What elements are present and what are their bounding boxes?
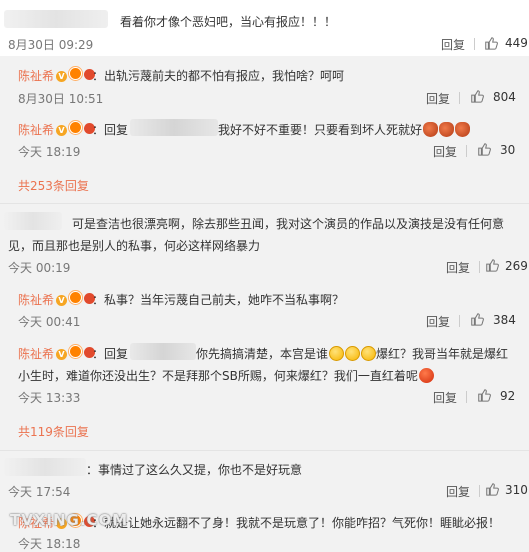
reply-button[interactable]: 回复 [426,90,450,107]
username-label: 陈祉希 [18,69,55,83]
vip-badge-icon [69,291,83,304]
username-label: 陈祉希 [18,293,55,307]
verified-icon: V [56,125,68,136]
comment-time: 8月30日 09:29 [8,38,94,52]
thumbs-up-icon[interactable] [470,89,484,103]
comment-text-part: 小生时，难道你还没出生？不是拜那个SB所赐，何来爆红？我们一直红着呢 [18,369,418,383]
comment-text: ：出轨污蔑前夫的都不怕有报应，我怕啥？呵呵 [92,69,345,83]
divider [459,315,460,327]
divider [479,261,480,273]
more-replies-link[interactable]: 共119条回复 [18,423,89,440]
like-count: 310 [505,483,528,497]
angry-emoji-icon [418,368,434,383]
thumbs-up-icon[interactable] [477,142,491,156]
divider [479,485,480,497]
comment-time: 今天 13:33 [18,391,81,405]
comment-text-body: 我好不好不重要！只要看到坏人死就好 [218,123,423,137]
reply-button[interactable]: 回复 [433,389,457,406]
vip-badge-icon [69,121,83,134]
reply-button[interactable]: 回复 [426,313,450,330]
comment-text-part: 爆红？我哥当年就是爆红 [376,347,509,361]
username[interactable]: 陈祉希 V [18,121,96,138]
comment-text: 看着你才像个恶妇吧，当心有报应！！！ [120,15,337,29]
divider [474,38,475,50]
sweat-emoji-icon [329,346,345,361]
reply-prefix: ：回复 [92,347,129,361]
reply-button[interactable]: 回复 [446,483,470,500]
reply-button[interactable]: 回复 [446,259,470,276]
username[interactable]: 陈祉希 V [18,345,96,362]
reply-button[interactable]: 回复 [433,143,457,160]
comment-time: 今天 18:18 [18,537,81,551]
blurred-username [130,119,218,136]
like-count: 804 [493,90,516,104]
sweat-emoji-icon [345,346,361,361]
username-label: 陈祉希 [18,347,55,361]
divider [466,145,467,157]
reply-button[interactable]: 回复 [441,36,465,53]
reply-prefix: ：回复 [92,123,129,137]
comment-text: 可是查洁也很漂亮啊，除去那些丑闻，我对这个演员的作品以及演技是没有任何意 [72,217,505,231]
vip-badge-icon [69,345,83,358]
thumbs-up-icon[interactable] [470,312,484,326]
site-watermark: TVXING.COM [10,511,129,529]
demon-emoji-icon [455,122,471,137]
username-label: 陈祉希 [18,123,55,137]
blurred-username [4,458,86,476]
comment-text: ：私事？当年污蔑自己前夫，她咋不当私事啊？ [92,293,345,307]
comment-time: 今天 00:41 [18,315,81,329]
comment-time: 今天 17:54 [8,485,71,499]
verified-icon: V [56,295,68,306]
divider [459,92,460,104]
divider [466,391,467,403]
thumbs-up-icon[interactable] [485,258,499,272]
comment-text: ：事情过了这么久又提，你也不是好玩意 [86,463,303,477]
divider [0,203,529,204]
comment-time: 今天 18:19 [18,145,81,159]
like-count: 449 [505,36,528,50]
divider [0,450,529,451]
sweat-emoji-icon [361,346,377,361]
thumbs-up-icon[interactable] [484,36,498,50]
demon-emoji-icon [423,122,439,137]
comment-text: 见，而且那也是别人的私事，何必这样网络暴力 [8,239,261,253]
comment-text: 你先搞搞清楚，本宫是谁 爆红？我哥当年就是爆红 [196,345,508,362]
like-count: 92 [500,389,516,403]
thumbs-up-icon[interactable] [485,482,499,496]
demon-emoji-icon [439,122,455,137]
comment-text: 我好不好不重要！只要看到坏人死就好 [218,121,471,138]
username[interactable]: 陈祉希 V [18,291,96,308]
comment-text-part: 你先搞搞清楚，本宫是谁 [196,347,329,361]
verified-icon: V [56,349,68,360]
blurred-username [130,343,196,360]
comment-text: 小生时，难道你还没出生？不是拜那个SB所赐，何来爆红？我们一直红着呢 [18,367,434,384]
username[interactable]: 陈祉希 V [18,67,96,84]
blurred-username [4,212,62,230]
verified-icon: V [56,71,68,82]
blurred-username [4,10,108,28]
like-count: 30 [500,143,516,157]
comment-time: 今天 00:19 [8,261,71,275]
like-count: 269 [505,259,528,273]
thumbs-up-icon[interactable] [477,388,491,402]
comment-text: ：就是让她永远翻不了身！我就不是玩意了！你能咋招？气死你！睚眦必报！ [92,516,501,530]
vip-badge-icon [69,67,83,80]
comment-time: 8月30日 10:51 [18,92,104,106]
like-count: 384 [493,313,516,327]
more-replies-link[interactable]: 共253条回复 [18,177,89,194]
